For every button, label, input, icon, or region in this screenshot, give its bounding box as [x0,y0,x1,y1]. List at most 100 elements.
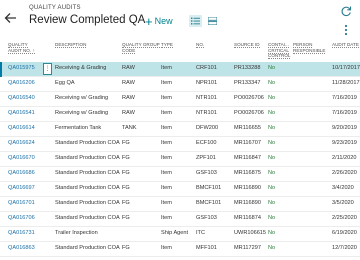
back-arrow-icon[interactable] [4,11,18,25]
cell-date: 2/26/2020 [332,170,357,176]
cell-group: FG [122,140,130,146]
cell-qa-no[interactable]: QA016697 [8,185,35,191]
cell-date: 6/19/2020 [332,230,357,236]
page-title: Review Completed QA [29,14,146,26]
cell-no: NTR101 [196,95,217,101]
cell-desc: Trailer Inspection [55,230,98,236]
column-header-no[interactable]: NO. [196,40,205,48]
cell-source: PR133288 [234,65,261,71]
cell-date: 10/17/2017 [332,65,360,71]
cell-critical: No [268,125,276,131]
column-header-critical[interactable]: CONTAI... CRITICAL CONTROL [268,40,291,60]
cell-qa-no[interactable]: QA016206 [8,80,35,86]
table-header: QUALITY AUDIT NO. ↑ DESCRIPTION QUALITY GRO… [0,40,360,61]
cell-critical: No [268,140,276,146]
cell-qa-no[interactable]: QA016670 [8,155,35,161]
tile-view-icon [208,17,217,25]
cell-source: MR116890 [234,200,261,206]
column-header-text: CODE [122,47,160,54]
column-header-text: CONTAI... [268,42,290,48]
cell-qa-no[interactable]: QA016540 [8,95,35,101]
column-header-label: RESPONSIBLE [293,47,326,54]
cell-qa-no[interactable]: QA016541 [8,110,35,116]
cell-source: MR116874 [234,215,261,221]
column-header-group[interactable]: QUALITY GROUP CODE [122,40,160,54]
cell-critical: No [268,245,276,251]
more-vertical-icon[interactable] [343,24,349,36]
column-header-text: RESPONSIBLE [293,47,326,54]
cell-source: PO0026706 [234,95,264,101]
cell-qa-no[interactable]: QA016701 [8,200,35,206]
column-header-source[interactable]: SOURCE ID [234,40,260,48]
cell-desc: Standard Production COA [55,170,120,176]
column-header-text: TYPE [161,42,173,48]
tile-view-button[interactable] [206,15,219,27]
column-header-type[interactable]: TYPE [161,40,173,48]
column-header-resp[interactable]: PERSON RESPONSIBLE [293,40,326,54]
cell-date: 12/7/2020 [332,245,357,251]
column-header-text: AUDIT DATE [332,42,359,48]
cell-no: ECF100 [196,140,217,146]
cell-critical: No [268,230,276,236]
table-row[interactable]: QA016624 Standard Production COA FG Item ECF… [0,137,360,152]
table-row[interactable]: QA016540 Receiving w/ Grading RAW Item NTR10… [0,92,360,107]
column-header-qa-no[interactable]: QUALITY AUDIT NO. ↑ [8,40,35,54]
cell-group: FG [122,200,130,206]
cell-critical: No [268,215,276,221]
cell-desc: Fermentation Tank [55,125,102,131]
cell-group: FG [122,170,130,176]
table-row[interactable]: QA016731 Trailer Inspection Ship Agent ITC U… [0,227,360,242]
cell-desc: Receiving w/ Grading [55,95,109,101]
cell-no: CRF101 [196,65,217,71]
cell-desc: Standard Production COA [55,155,120,161]
cell-type: Item [161,65,172,71]
cell-group: RAW [122,95,135,101]
cell-type: Item [161,110,172,116]
table-row[interactable]: QA016863 Standard Production COA FG Item MFF… [0,242,360,257]
selected-row-marker [0,62,2,77]
cell-qa-no[interactable]: QA016624 [8,140,35,146]
cell-qa-no[interactable]: QA016706 [8,215,35,221]
cell-critical: No [268,95,276,101]
cell-critical: No [268,155,276,161]
column-header-date[interactable]: AUDIT DATE [332,40,359,48]
table-row[interactable]: QA016701 Standard Production COA FG Item BMC… [0,197,360,212]
table-row[interactable]: QA016541 Receiving w/ Grading RAW Item NTR10… [0,107,360,122]
column-header-label: AUDIT NO. ↑ [8,47,35,54]
cell-qa-no[interactable]: QA016863 [8,245,35,251]
cell-qa-no[interactable]: QA016731 [8,230,35,236]
new-button[interactable]: + New [145,13,173,29]
cell-group: TANK [122,125,137,131]
cell-group: FG [122,155,130,161]
cell-qa-no[interactable]: QA015975 [8,65,35,71]
cell-group: RAW [122,110,135,116]
table-row[interactable]: QA016686 Standard Production COA FG Item GSF… [0,167,360,182]
list-view-icon [191,17,200,25]
cell-qa-no[interactable]: QA016686 [8,170,35,176]
list-view-button[interactable] [189,15,202,27]
cell-type: Item [161,140,172,146]
cell-qa-no[interactable]: QA016614 [8,125,35,131]
cell-group: FG [122,185,130,191]
plus-icon: + [145,13,153,29]
column-header-text: SOURCE ID [234,42,260,48]
cell-no: GSF103 [196,170,217,176]
cell-type: Item [161,95,172,101]
column-header-desc[interactable]: DESCRIPTION [55,40,87,48]
cell-date: 7/16/2019 [332,95,357,101]
table-row[interactable]: QA016206 Egg QA RAW Item NPR101 PR133347 No 11/… [0,77,360,92]
cell-date: 3/4/2020 [332,185,354,191]
refresh-icon[interactable] [340,5,352,17]
row-actions-button[interactable]: ⋮ [43,63,52,75]
table-row[interactable]: QA016697 Standard Production COA FG Item BMC… [0,182,360,197]
cell-critical: No [268,170,276,176]
table-row[interactable]: QA016670 Standard Production COA FG Item ZPF… [0,152,360,167]
cell-no: DFW200 [196,125,219,131]
table-row[interactable]: ⋮ QA015975 Receiving & Grading RAW Item CRF10… [0,62,360,77]
cell-source: MR116890 [234,185,261,191]
column-header-text: QUALITY GROUP [122,42,160,48]
cell-desc: Standard Production COA [55,185,120,191]
table-row[interactable]: QA016614 Fermentation Tank TANK Item DFW200 M… [0,122,360,137]
cell-type: Item [161,215,172,221]
table-row[interactable]: QA016706 Standard Production COA FG Item GSF… [0,212,360,227]
